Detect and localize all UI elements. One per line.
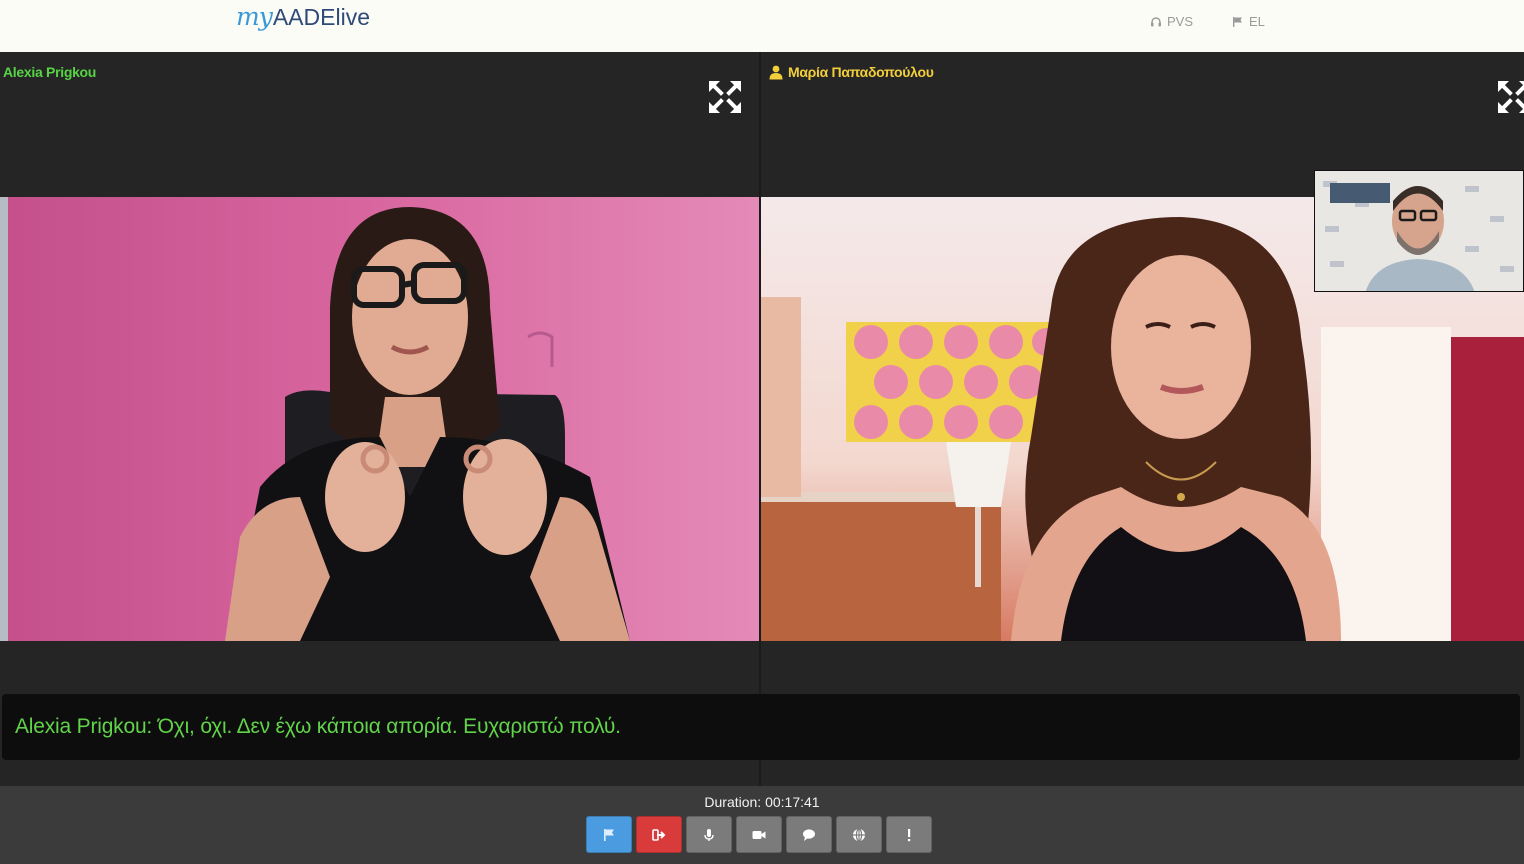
- leave-call-button[interactable]: [636, 816, 682, 853]
- chat-bubble-icon: [803, 828, 815, 841]
- language-label: EL: [1249, 14, 1265, 29]
- more-options-button[interactable]: [886, 816, 932, 853]
- flag-icon: [604, 828, 614, 841]
- microphone-button[interactable]: [686, 816, 732, 853]
- report-flag-button[interactable]: [586, 816, 632, 853]
- headset-icon: [1151, 16, 1161, 26]
- caption-text: Alexia Prigkou: Όχι, όχι. Δεν έχω κάποια…: [15, 715, 621, 738]
- video-feed-left: [0, 197, 759, 641]
- camera-button[interactable]: [736, 816, 782, 853]
- live-caption-bar: Alexia Prigkou: Όχι, όχι. Δεν έχω κάποια…: [2, 694, 1520, 760]
- expand-icon: [709, 81, 741, 113]
- participant-name-left-text: Alexia Prigkou: [3, 64, 97, 80]
- language-globe-button[interactable]: [836, 816, 882, 853]
- microphone-icon: [704, 828, 714, 841]
- participant-name-left: Alexia Prigkou: [3, 64, 96, 80]
- language-selector[interactable]: EL: [1232, 14, 1265, 29]
- user-icon: [769, 65, 783, 79]
- support-link[interactable]: PVS: [1150, 14, 1193, 29]
- logo-aadelive: AADElive: [272, 4, 370, 30]
- expand-icon: [1498, 81, 1524, 113]
- flag-icon: [1233, 16, 1242, 27]
- call-duration: Duration: 00:17:41: [704, 794, 820, 810]
- app-logo[interactable]: my AADElive: [236, 2, 370, 42]
- video-camera-icon: [752, 830, 766, 839]
- globe-icon: [853, 827, 865, 842]
- participant-name-right-text: Μαρία Παπαδοπούλου: [788, 64, 934, 80]
- participant-name-right: Μαρία Παπαδοπούλου: [769, 64, 934, 80]
- more-vertical-icon: [908, 828, 911, 841]
- support-label: PVS: [1167, 14, 1194, 29]
- fullscreen-right-button[interactable]: [1496, 79, 1524, 115]
- call-toolbar: [586, 816, 932, 853]
- top-bar: my AADElive PVS EL: [0, 0, 1524, 52]
- exit-icon: [652, 828, 666, 841]
- logo-my: my: [236, 2, 273, 31]
- self-view-pip[interactable]: [1314, 170, 1524, 292]
- chat-button[interactable]: [786, 816, 832, 853]
- fullscreen-left-button[interactable]: [707, 79, 743, 115]
